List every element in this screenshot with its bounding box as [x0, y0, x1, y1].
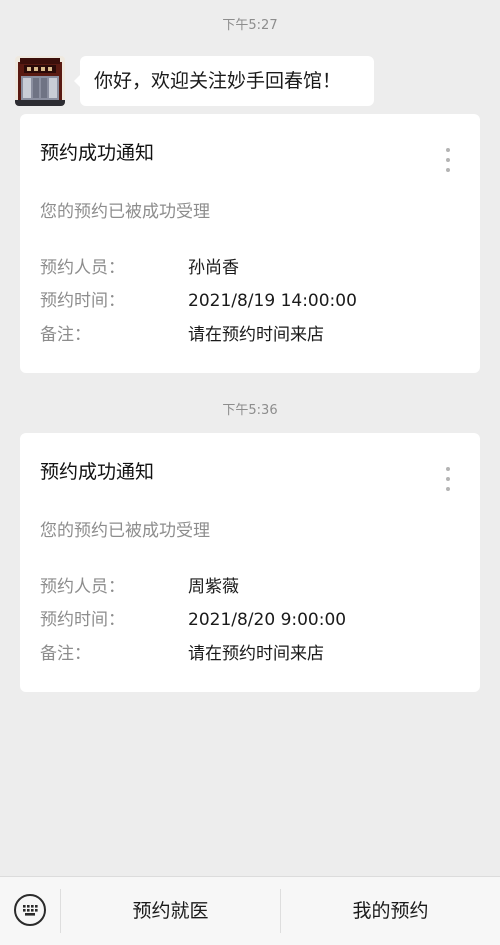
field-row-note: 备注： 请在预约时间来店 [40, 322, 460, 348]
keyboard-toggle-button[interactable] [14, 894, 46, 926]
field-value: 2021/8/20 9:00:00 [188, 610, 347, 630]
bottom-menu-bar: 预约就医 我的预约 [0, 876, 500, 945]
card-title: 预约成功通知 [40, 142, 155, 164]
more-vertical-icon[interactable] [446, 148, 450, 172]
shop-storefront-icon [15, 56, 65, 106]
field-value: 孙尚香 [188, 258, 239, 278]
field-label: 备注： [40, 644, 91, 664]
field-label: 备注： [40, 325, 91, 345]
field-label: 预约时间： [40, 291, 125, 311]
field-label: 预约时间： [40, 610, 125, 630]
field-row-person: 预约人员： 孙尚香 [40, 255, 460, 281]
field-label: 预约人员： [40, 577, 125, 597]
field-row-person: 预约人员： 周紫薇 [40, 574, 460, 600]
message-timestamp: 下午5:27 [222, 18, 278, 33]
field-value: 请在预约时间来店 [188, 325, 324, 345]
field-value: 请在预约时间来店 [188, 644, 324, 664]
card-subtitle: 您的预约已被成功受理 [40, 521, 210, 541]
more-vertical-icon[interactable] [446, 467, 450, 491]
menu-my-appointments[interactable]: 我的预约 [281, 877, 500, 945]
field-value: 2021/8/19 14:00:00 [188, 291, 357, 311]
card-title: 预约成功通知 [40, 461, 155, 483]
field-label: 预约人员： [40, 258, 125, 278]
field-value: 周紫薇 [188, 577, 239, 597]
shop-avatar[interactable] [15, 56, 65, 106]
menu-book-appointment[interactable]: 预约就医 [61, 877, 280, 945]
message-timestamp: 下午5:36 [222, 403, 278, 418]
field-row-time: 预约时间： 2021/8/20 9:00:00 [40, 607, 460, 633]
welcome-message-bubble: 你好，欢迎关注妙手回春馆！ [74, 56, 374, 106]
appointment-card[interactable]: 预约成功通知 您的预约已被成功受理 预约人员： 周紫薇 预约时间： 2021/8… [20, 433, 480, 692]
field-row-note: 备注： 请在预约时间来店 [40, 641, 460, 667]
card-subtitle: 您的预约已被成功受理 [40, 202, 210, 222]
field-row-time: 预约时间： 2021/8/19 14:00:00 [40, 288, 460, 314]
keyboard-icon [23, 905, 38, 916]
appointment-card[interactable]: 预约成功通知 您的预约已被成功受理 预约人员： 孙尚香 预约时间： 2021/8… [20, 114, 480, 373]
